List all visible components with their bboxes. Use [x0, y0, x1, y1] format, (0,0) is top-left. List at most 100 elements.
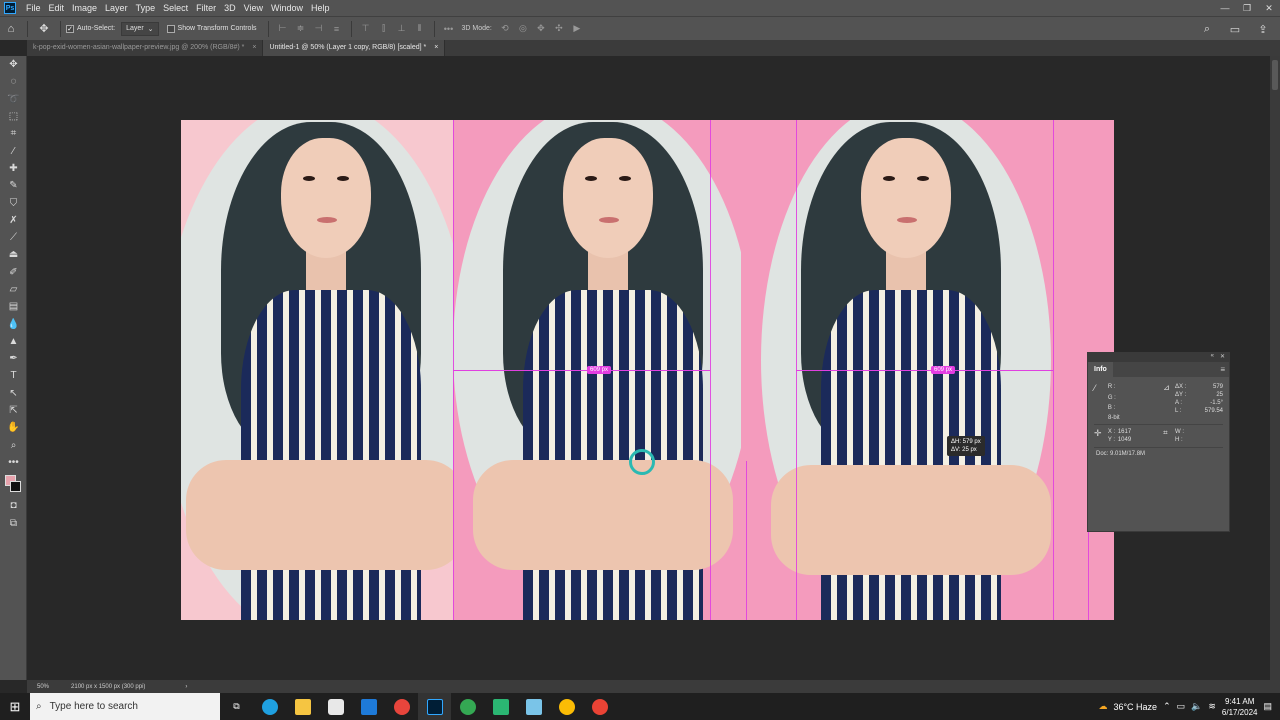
distribute-icon[interactable]: ≡	[330, 22, 344, 36]
windows-start-icon[interactable]: ⊞	[0, 693, 30, 720]
zoom-tool-icon[interactable]: ⌕	[0, 437, 27, 454]
eyedropper-tool-icon[interactable]: ⁄	[0, 142, 27, 159]
auto-select-dropdown[interactable]: Layer ⌄	[121, 21, 159, 36]
store-icon[interactable]	[319, 693, 352, 720]
screen-mode-icon[interactable]: ⧉	[0, 514, 27, 531]
hand-tool-icon[interactable]: ✋	[0, 419, 27, 436]
task-view-icon[interactable]: ⧉	[220, 693, 253, 720]
move-tool-preset-icon[interactable]: ✥	[33, 18, 55, 40]
align-center-h-icon[interactable]: ≑	[294, 22, 308, 36]
menu-view[interactable]: View	[240, 0, 267, 16]
close-panel-icon[interactable]: ✕	[1220, 353, 1225, 362]
3d-orbit-icon[interactable]: ⟲	[498, 22, 512, 36]
collapse-panel-icon[interactable]: «	[1211, 353, 1214, 362]
more-options-icon[interactable]: •••	[442, 22, 456, 36]
menu-file[interactable]: File	[22, 0, 45, 16]
chrome-icon[interactable]	[385, 693, 418, 720]
history-brush-tool-icon[interactable]: ✗	[0, 212, 27, 229]
menu-window[interactable]: Window	[267, 0, 307, 16]
app-green-icon[interactable]	[484, 693, 517, 720]
brush-tool-icon[interactable]: ✎	[0, 177, 27, 194]
vertical-scrollbar[interactable]	[1270, 56, 1280, 680]
auto-select-checkbox[interactable]: ✓ Auto-Select:	[66, 24, 115, 33]
crop-tool-icon[interactable]: ⌗	[0, 125, 27, 142]
checkbox-unchecked-icon[interactable]	[166, 24, 175, 33]
align-right-icon[interactable]: ⊣	[312, 22, 326, 36]
photoshop-taskbar-icon[interactable]	[418, 693, 451, 720]
color-swatches[interactable]	[0, 471, 27, 497]
art-history-tool-icon[interactable]: ✐	[0, 264, 27, 281]
minimize-icon[interactable]: —	[1214, 0, 1236, 16]
zoom-level[interactable]: 50%	[37, 684, 49, 690]
share-icon[interactable]: ⇪	[1252, 18, 1274, 40]
tab-close-icon[interactable]: ×	[434, 40, 438, 56]
app-notes-icon[interactable]	[517, 693, 550, 720]
pen-tool-icon[interactable]: ✒	[0, 350, 27, 367]
tab-info[interactable]: Info	[1088, 362, 1113, 377]
quick-mask-icon[interactable]: ◘	[0, 497, 27, 514]
object-selection-tool-icon[interactable]: ⬚	[0, 108, 27, 125]
stamp-tool-icon[interactable]: ⏏	[0, 246, 27, 263]
3d-roll-icon[interactable]: ◎	[516, 22, 530, 36]
weather-text[interactable]: 36°C Haze	[1113, 702, 1157, 712]
tab-close-icon[interactable]: ×	[252, 40, 256, 56]
menu-filter[interactable]: Filter	[192, 0, 220, 16]
checkbox-checked-icon[interactable]: ✓	[66, 24, 74, 33]
blur-tool-icon[interactable]: 💧	[0, 315, 27, 332]
more-tools-icon[interactable]: •••	[0, 454, 27, 471]
wifi-icon[interactable]: ≋	[1208, 701, 1216, 712]
chrome-profile-2-icon[interactable]	[550, 693, 583, 720]
home-icon[interactable]: ⌂	[0, 18, 22, 40]
file-explorer-icon[interactable]	[286, 693, 319, 720]
menu-3d[interactable]: 3D	[220, 0, 240, 16]
panel-menu-icon[interactable]: ≡	[1220, 365, 1225, 374]
scrollbar-thumb[interactable]	[1272, 60, 1278, 90]
taskbar-search[interactable]: ⌕ Type here to search	[30, 693, 220, 720]
menu-type[interactable]: Type	[132, 0, 160, 16]
eraser-tool-icon[interactable]: ▱	[0, 281, 27, 298]
restore-icon[interactable]: ❐	[1236, 0, 1258, 16]
workspace-icon[interactable]: ▭	[1224, 18, 1246, 40]
menu-layer[interactable]: Layer	[101, 0, 132, 16]
align-middle-icon[interactable]: ⫿	[377, 22, 391, 36]
chevron-right-icon[interactable]: ›	[185, 684, 187, 690]
tab-kpop-wallpaper[interactable]: k-pop-exid-women-asian-wallpaper-preview…	[27, 40, 264, 56]
close-icon[interactable]: ✕	[1258, 0, 1280, 16]
search-icon[interactable]: ⌕	[1196, 18, 1218, 40]
weather-icon[interactable]: ☁	[1098, 701, 1107, 712]
clone-stamp-tool-icon[interactable]: ⛉	[0, 194, 27, 211]
chrome-profile-icon[interactable]	[451, 693, 484, 720]
3d-camera-icon[interactable]: ▶	[570, 22, 584, 36]
lasso-tool-icon[interactable]: ➰	[0, 91, 27, 108]
volume-icon[interactable]: 🔈	[1191, 701, 1202, 712]
chrome-profile-3-icon[interactable]	[583, 693, 616, 720]
align-left-icon[interactable]: ⊢	[276, 22, 290, 36]
brush-alt-tool-icon[interactable]: ⟋	[0, 229, 27, 246]
direct-selection-tool-icon[interactable]: ⇱	[0, 402, 27, 419]
mail-icon[interactable]	[352, 693, 385, 720]
menu-image[interactable]: Image	[68, 0, 101, 16]
distribute-vertical-icon[interactable]: ⦀	[413, 22, 427, 36]
background-color-swatch[interactable]	[10, 481, 21, 493]
tab-untitled-1[interactable]: Untitled-1 @ 50% (Layer 1 copy, RGB/8) […	[263, 40, 446, 56]
type-tool-icon[interactable]: T	[0, 367, 27, 384]
menu-help[interactable]: Help	[307, 0, 334, 16]
show-transform-controls-checkbox[interactable]: Show Transform Controls	[166, 24, 257, 33]
3d-slide-icon[interactable]: ✣	[552, 22, 566, 36]
network-icon[interactable]: ▭	[1177, 701, 1186, 712]
gradient-tool-icon[interactable]: ▤	[0, 298, 27, 315]
move-tool-icon[interactable]: ✥	[0, 56, 27, 73]
healing-brush-tool-icon[interactable]: ✚	[0, 160, 27, 177]
align-bottom-icon[interactable]: ⊥	[395, 22, 409, 36]
3d-pan-icon[interactable]: ✥	[534, 22, 548, 36]
align-top-icon[interactable]: ⊤	[359, 22, 373, 36]
menu-select[interactable]: Select	[159, 0, 192, 16]
dodge-tool-icon[interactable]: ▲	[0, 333, 27, 350]
edge-icon[interactable]	[253, 693, 286, 720]
marquee-tool-icon[interactable]: ◌	[0, 73, 27, 90]
chevron-up-icon[interactable]: ⌃	[1163, 701, 1171, 712]
path-selection-tool-icon[interactable]: ↖	[0, 385, 27, 402]
notifications-icon[interactable]: ▤	[1263, 701, 1272, 712]
document-canvas[interactable]: 609 px 609 px ΔH: 579 px ΔV: 25 px	[181, 120, 1114, 620]
menu-edit[interactable]: Edit	[45, 0, 69, 16]
